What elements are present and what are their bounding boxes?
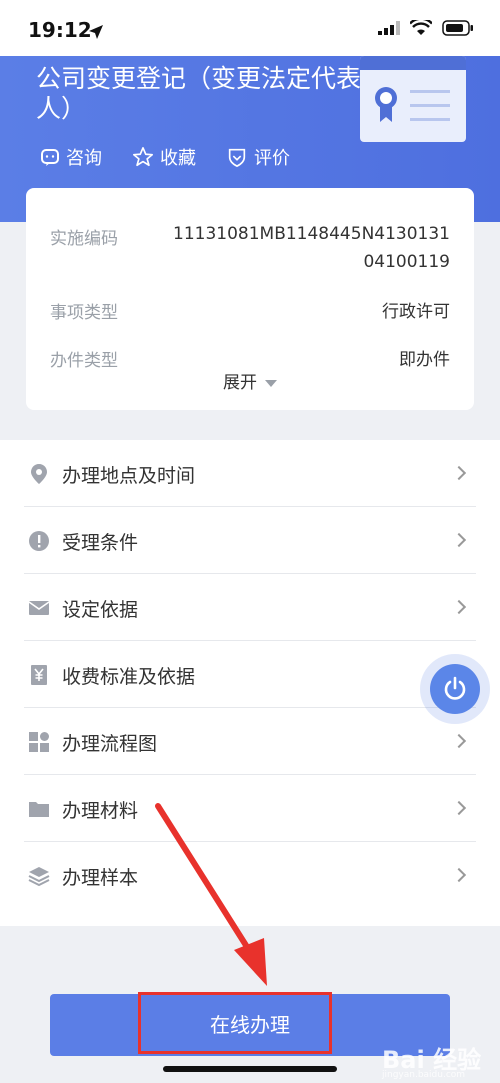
signal-icon (378, 21, 400, 35)
favorite-label: 收藏 (160, 148, 196, 169)
code-line-1: 11131081MB1148445N4130131 (173, 224, 450, 244)
folder-icon (29, 802, 49, 817)
rating-button[interactable]: 评价 (226, 144, 290, 170)
chevron-right-icon (451, 800, 467, 816)
list-item-label: 受理条件 (62, 532, 139, 554)
star-icon (133, 147, 153, 167)
list-item-basis[interactable]: 设定依据 (0, 574, 500, 641)
status-time: 19:12 (28, 18, 92, 42)
wifi-icon (410, 20, 432, 35)
list-item-label: 办理材料 (62, 800, 139, 822)
list-item-location-time[interactable]: 办理地点及时间 (0, 440, 500, 507)
info-row-code: 实施编码 11131081MB1148445N4130131 04100119 (50, 224, 450, 276)
certificate-icon (375, 87, 450, 122)
consult-button[interactable]: 咨询 (40, 144, 102, 170)
status-icons (378, 20, 474, 36)
alert-icon (29, 531, 49, 551)
page-title: 公司变更登记（变更法定代表人） (36, 64, 362, 123)
info-value: 行政许可 (382, 302, 450, 322)
list-item-label: 办理地点及时间 (62, 465, 196, 487)
expand-toggle[interactable]: 展开 (26, 368, 474, 393)
mail-icon (28, 601, 50, 615)
expand-label: 展开 (223, 373, 257, 393)
watermark-sub: jingyan.baidu.com (382, 1070, 466, 1080)
rating-icon (228, 148, 246, 168)
grid-icon (29, 732, 49, 752)
rating-label: 评价 (254, 148, 290, 169)
code-line-2: 04100119 (363, 252, 450, 272)
header-actions: 咨询 收藏 评价 (40, 144, 290, 170)
chevron-right-icon (451, 867, 467, 883)
list-item-acceptance[interactable]: 受理条件 (0, 507, 500, 574)
location-icon (31, 464, 47, 484)
info-row-type: 事项类型 行政许可 (50, 298, 450, 326)
yuan-icon (31, 665, 47, 685)
favorite-button[interactable]: 收藏 (132, 144, 196, 170)
highlight-box (138, 992, 332, 1054)
list-item-label: 办理流程图 (62, 733, 158, 755)
chat-icon (41, 149, 59, 166)
info-card: 实施编码 11131081MB1148445N4130131 04100119 … (26, 188, 474, 410)
floating-power-button[interactable] (420, 654, 490, 724)
power-icon (444, 676, 466, 700)
list-item-label: 收费标准及依据 (62, 666, 196, 688)
chevron-right-icon (451, 532, 467, 548)
battery-icon (442, 20, 473, 36)
location-arrow-icon (89, 25, 103, 39)
info-value: 11131081MB1148445N4130131 04100119 (173, 220, 450, 276)
chevron-right-icon (451, 465, 467, 481)
list-item-label: 设定依据 (62, 599, 139, 621)
chevron-right-icon (451, 599, 467, 615)
status-bar: 19:12 (0, 0, 500, 60)
list-item-flowchart[interactable]: 办理流程图 (0, 708, 500, 775)
annotation-arrow-icon (155, 803, 267, 986)
info-label: 实施编码 (50, 229, 118, 249)
chevron-right-icon (451, 733, 467, 749)
home-indicator (163, 1066, 337, 1072)
caret-down-icon (265, 379, 277, 387)
info-label: 事项类型 (50, 303, 118, 323)
certificate-illustration (360, 56, 466, 142)
consult-label: 咨询 (66, 148, 102, 169)
list-item-label: 办理样本 (62, 867, 139, 889)
layers-icon (28, 867, 50, 887)
watermark: Bai 经验 jingyan.baidu.com (382, 1030, 492, 1080)
